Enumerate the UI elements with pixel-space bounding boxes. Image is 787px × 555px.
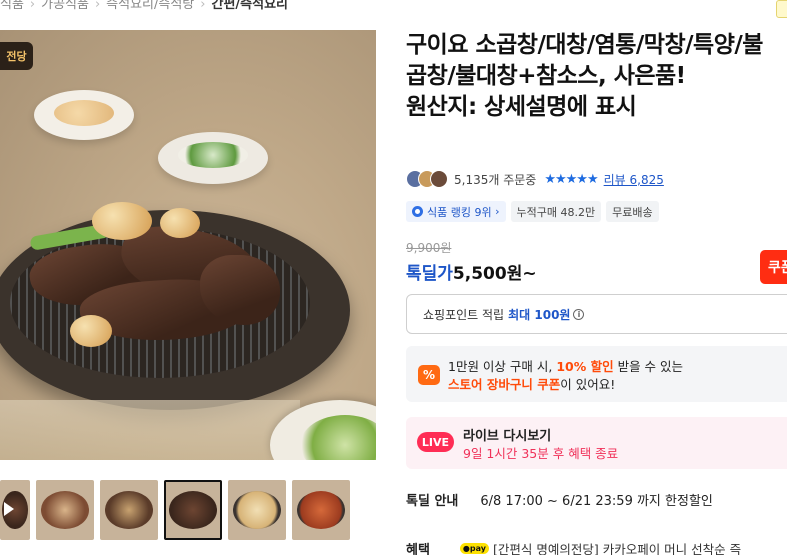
breadcrumb-item[interactable]: 가공식품 <box>41 0 89 12</box>
benefit-label: 혜택 <box>406 543 430 555</box>
percent-icon: % <box>418 365 440 385</box>
live-countdown: 9일 1시간 35분 후 혜택 종료 <box>463 446 619 461</box>
review-summary: 5,135개 주문중 ★★★★★ 리뷰 6,825 <box>406 169 664 189</box>
original-price: 9,900원 <box>406 241 452 255</box>
table-cloth <box>0 400 300 460</box>
play-icon <box>4 502 14 516</box>
breadcrumb-item[interactable]: 식품 <box>0 0 24 12</box>
ranking-label: 식품 랭킹 9위 <box>427 205 492 219</box>
thumbnail[interactable] <box>292 480 350 540</box>
product-title-line: 원산지: 상세설명에 표시 <box>406 94 637 120</box>
thumbnail-strip <box>0 480 350 542</box>
cart-coupon-promo[interactable]: % 1만원 이상 구매 시, 10% 할인 받을 수 있는 스토어 장바구니 쿠… <box>406 346 787 402</box>
live-replay-banner[interactable]: LIVE 라이브 다시보기 9일 1시간 35분 후 혜택 종료 <box>406 417 787 469</box>
shopping-point-box[interactable]: 쇼핑포인트 적립 최대 100원 i <box>406 294 787 334</box>
cumulative-purchase-chip: 누적구매 48.2만 <box>510 201 602 222</box>
breadcrumb: 식품 › 가공식품 › 즉석요리/즉석탕 › 간편/즉석요리 <box>0 0 288 13</box>
thumbnail-video[interactable] <box>0 480 30 540</box>
garlic <box>70 315 112 347</box>
thumbnail[interactable] <box>228 480 286 540</box>
kakaopay-icon: ●pay <box>459 543 489 554</box>
deal-price: 5,500원~ <box>452 264 537 284</box>
promo-text-part: 이 있어요! <box>560 377 616 392</box>
breadcrumb-item-current[interactable]: 간편/즉석요리 <box>211 0 288 12</box>
product-title: 구이요 소곱창/대창/염통/막창/특양/불곱창/불대창+참소스, 사은품! 원산지… <box>406 30 776 123</box>
thumbnail-selected[interactable] <box>164 480 222 540</box>
promo-highlight: 10% 할인 <box>556 359 614 374</box>
ranking-chip[interactable]: 식품 랭킹 9위 › <box>406 201 506 222</box>
coupon-button[interactable]: 쿠폰 <box>760 250 787 284</box>
point-value: 최대 100원 <box>508 307 571 322</box>
product-chips: 식품 랭킹 9위 › 누적구매 48.2만 무료배송 <box>406 201 659 222</box>
thumbnail[interactable] <box>100 480 158 540</box>
info-icon[interactable]: i <box>573 308 585 320</box>
product-title-line: 구이요 소곱창/대창/염통/막창/특양/불곱창/불대창+참소스, 사은품! <box>406 32 763 89</box>
deal-label: 톡딜가 <box>406 264 453 284</box>
image-badge: 전당 <box>0 42 33 70</box>
promo-text-part: 1만원 이상 구매 시, <box>448 359 557 374</box>
main-product-image[interactable]: 전당 <box>0 30 376 460</box>
thumbnail[interactable] <box>36 480 94 540</box>
side-dish-bowl <box>158 132 268 184</box>
order-count: 5,135개 주문중 <box>454 172 537 187</box>
promo-highlight: 스토어 장바구니 쿠폰 <box>448 377 561 392</box>
garlic <box>92 202 152 240</box>
garlic <box>160 208 200 238</box>
corner-tag-icon[interactable] <box>776 0 787 18</box>
deal-info-row: 톡딜 안내 6/8 17:00 ~ 6/21 23:59 까지 한정할인 <box>406 490 713 509</box>
live-badge: LIVE <box>417 432 454 452</box>
benefit-text[interactable]: [간편식 명예의전당] 카카오페이 머니 선착순 즉 <box>493 539 741 555</box>
star-rating-icon: ★★★★★ <box>544 171 598 187</box>
review-link[interactable]: 리뷰 6,825 <box>604 171 664 188</box>
deal-price-row: 톡딜가 5,500원~ <box>406 259 537 284</box>
deal-info-label: 톡딜 안내 <box>406 494 459 509</box>
promo-text: 1만원 이상 구매 시, 10% 할인 받을 수 있는 스토어 장바구니 쿠폰이… <box>448 358 683 394</box>
point-label: 쇼핑포인트 적립 <box>423 307 505 322</box>
live-title: 라이브 다시보기 <box>463 429 552 444</box>
rank-icon <box>412 206 423 217</box>
breadcrumb-item[interactable]: 즉석요리/즉석탕 <box>106 0 194 12</box>
promo-text-part: 받을 수 있는 <box>613 359 684 374</box>
buyer-avatars <box>406 170 448 188</box>
free-shipping-chip: 무료배송 <box>606 201 659 222</box>
side-dish-bowl <box>34 90 134 140</box>
benefit-row: 혜택 ●pay [간편식 명예의전당] 카카오페이 머니 선착순 즉 <box>406 539 741 555</box>
deal-info-value: 6/8 17:00 ~ 6/21 23:59 까지 한정할인 <box>480 494 713 509</box>
